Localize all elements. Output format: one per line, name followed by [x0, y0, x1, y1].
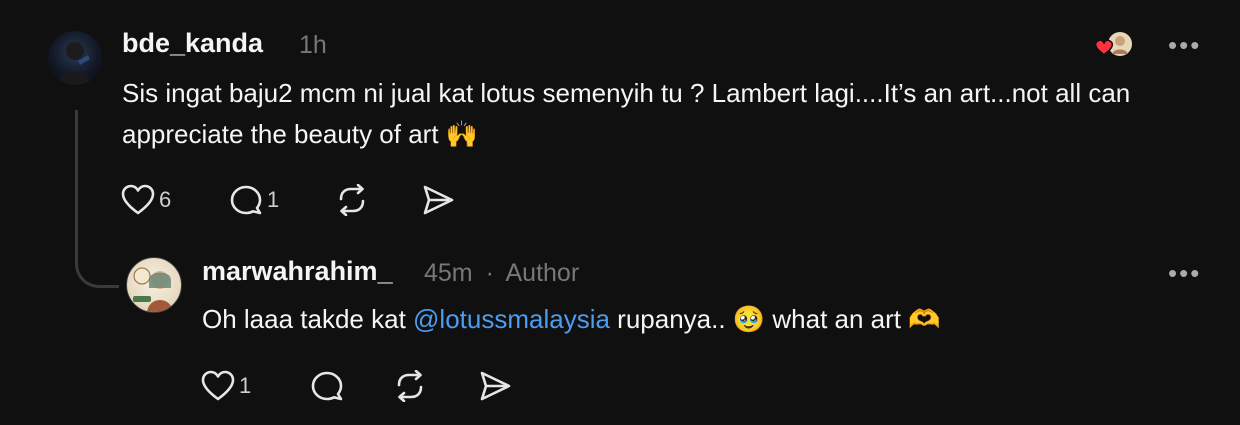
- like-count: 1: [239, 373, 252, 398]
- like-count: 6: [159, 187, 172, 212]
- repost-icon: [339, 184, 365, 216]
- like-button[interactable]: 6: [121, 184, 171, 216]
- reply-button[interactable]: 1: [229, 184, 279, 216]
- comment-meta: 45m · Author: [424, 259, 579, 288]
- heart-icon: [121, 184, 155, 215]
- heart-icon: [201, 370, 235, 401]
- reply-button[interactable]: [310, 370, 344, 402]
- comment-text: Sis ingat baju2 mcm ni jual kat lotus se…: [122, 78, 1131, 149]
- comment-text-after: rupanya.. 🥹 what an art 🫶: [609, 304, 941, 334]
- heart-avatar-badge-icon: [1092, 28, 1136, 62]
- mention-link[interactable]: @lotussmalaysia: [413, 304, 610, 334]
- comment-username[interactable]: marwahrahim_: [202, 256, 393, 287]
- author-badge: Author: [505, 259, 580, 287]
- comment-username[interactable]: bde_kanda: [122, 28, 263, 59]
- more-options-button[interactable]: •••: [1168, 258, 1201, 289]
- profile-photo-icon: [133, 267, 173, 312]
- comment-timestamp: 45m: [424, 259, 473, 287]
- comment-icon: [230, 185, 262, 215]
- share-button[interactable]: [478, 370, 512, 402]
- thread-connector-line: [75, 110, 119, 288]
- send-icon: [423, 185, 454, 215]
- comment-timestamp: 1h: [299, 31, 327, 59]
- comment-icon: [311, 371, 343, 401]
- like-button[interactable]: 1: [201, 370, 251, 402]
- send-icon: [480, 371, 511, 401]
- reply-count: 1: [267, 187, 280, 212]
- more-options-button[interactable]: •••: [1168, 30, 1201, 61]
- meta-separator: ·: [485, 259, 494, 287]
- comment-text: Oh laaa takde kat @lotussmalaysia rupany…: [202, 299, 1182, 340]
- comment-text-before: Oh laaa takde kat: [202, 304, 414, 334]
- profile-photo-icon: [58, 42, 92, 85]
- repost-icon: [397, 370, 423, 402]
- repost-button[interactable]: [335, 184, 369, 216]
- avatar[interactable]: [126, 257, 182, 313]
- share-button[interactable]: [421, 184, 455, 216]
- repost-button[interactable]: [393, 370, 427, 402]
- avatar[interactable]: [48, 31, 102, 85]
